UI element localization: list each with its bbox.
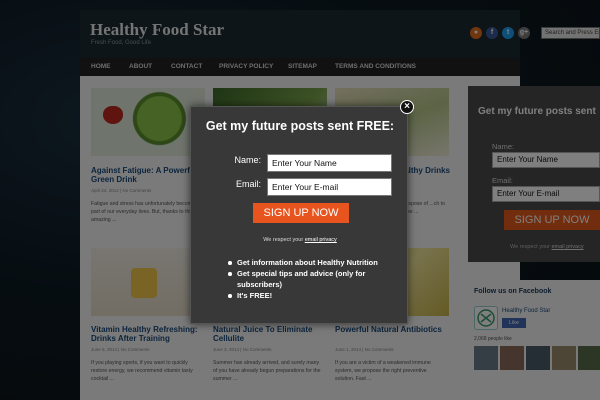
popup-email-field[interactable] <box>267 178 392 196</box>
benefits-list: Get information about Healthy Nutrition … <box>227 257 397 301</box>
signup-button[interactable]: SIGN UP NOW <box>253 203 349 223</box>
popup-title: Get my future posts sent FREE: <box>205 119 395 133</box>
subscribe-popup: × Get my future posts sent FREE: Name: E… <box>190 100 414 324</box>
popup-email-label: Email: <box>235 179 261 189</box>
popup-privacy-link[interactable]: email privacy <box>305 237 337 243</box>
list-item: Get special tips and advice (only for su… <box>227 268 397 290</box>
popup-privacy-text: We respect your <box>263 237 305 243</box>
list-item: It's FREE! <box>227 290 397 301</box>
popup-privacy-note: We respect your email privacy <box>191 237 409 243</box>
close-icon[interactable]: × <box>400 100 414 114</box>
list-item: Get information about Healthy Nutrition <box>227 257 397 268</box>
popup-name-label: Name: <box>234 155 261 165</box>
popup-name-field[interactable] <box>267 154 392 172</box>
